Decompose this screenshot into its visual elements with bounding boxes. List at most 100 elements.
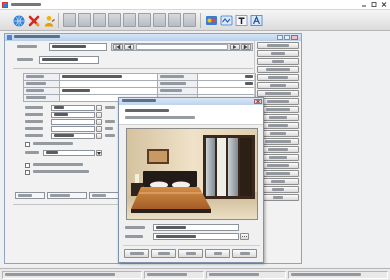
- toolbar-button[interactable]: [78, 13, 91, 27]
- maximize-icon[interactable]: [370, 1, 378, 8]
- dialog-button[interactable]: [178, 249, 203, 258]
- grid-cell: [24, 95, 60, 102]
- grid-cell: [158, 88, 198, 95]
- grid-cell[interactable]: [60, 88, 158, 95]
- nav-next-button[interactable]: [230, 44, 240, 50]
- editor-title: [14, 35, 60, 39]
- combo-label: [25, 151, 39, 155]
- form-checkbox-label: [33, 142, 73, 146]
- dialog-button[interactable]: [232, 249, 257, 258]
- form-row-input[interactable]: [51, 126, 95, 132]
- status-segment: [206, 271, 286, 279]
- option-checkbox[interactable]: [25, 170, 30, 175]
- option-checkbox[interactable]: [25, 163, 30, 168]
- status-segment: [2, 271, 142, 279]
- toolbar-separator: [200, 13, 201, 28]
- dialog-close-icon[interactable]: [254, 99, 262, 104]
- nav-first-button[interactable]: [113, 44, 123, 50]
- grid-cell[interactable]: [198, 81, 256, 88]
- form-row-input[interactable]: [51, 105, 95, 111]
- text-icon[interactable]: [235, 14, 248, 27]
- grid-cell[interactable]: [60, 74, 158, 81]
- form-row-note: [105, 127, 113, 131]
- nav-position-field[interactable]: [136, 44, 228, 50]
- dialog-field2-input[interactable]: [153, 233, 239, 240]
- status-segment: [144, 271, 204, 279]
- form-row-label: [25, 134, 43, 138]
- status-bar: [0, 268, 390, 280]
- close-icon[interactable]: [380, 1, 388, 8]
- form-row-label: [25, 120, 43, 124]
- dialog-field2-label: [125, 235, 143, 239]
- footer-field[interactable]: [47, 192, 87, 199]
- toolbar-button[interactable]: [153, 13, 166, 27]
- toolbar-button[interactable]: [168, 13, 181, 27]
- grid-cell: [158, 81, 198, 88]
- footer-field[interactable]: [15, 192, 45, 199]
- dialog-button[interactable]: [205, 249, 230, 258]
- form-row-button[interactable]: [96, 105, 102, 111]
- form-row-input[interactable]: [51, 119, 95, 125]
- form-row-button[interactable]: [96, 119, 102, 125]
- status-segment: [288, 271, 388, 279]
- form-row-button[interactable]: [96, 133, 102, 139]
- toolbar-button[interactable]: [123, 13, 136, 27]
- grid-cell[interactable]: [60, 81, 158, 88]
- toolbar-button[interactable]: [93, 13, 106, 27]
- color-icon[interactable]: [205, 14, 218, 27]
- browse-button[interactable]: [240, 233, 249, 240]
- toolbar-button[interactable]: [63, 13, 76, 27]
- delete-icon[interactable]: [27, 14, 40, 27]
- record-value: [42, 58, 78, 62]
- toolbar-button[interactable]: [108, 13, 121, 27]
- wave-icon[interactable]: [220, 14, 233, 27]
- editor-window-icon: [7, 35, 12, 40]
- form-row-note: [105, 134, 115, 138]
- record-input[interactable]: [39, 56, 99, 64]
- side-button[interactable]: [257, 50, 299, 57]
- side-button[interactable]: [257, 90, 299, 97]
- minimize-icon[interactable]: [360, 1, 368, 8]
- form-checkbox[interactable]: [25, 142, 30, 147]
- toolbar-button[interactable]: [138, 13, 151, 27]
- side-button[interactable]: [257, 74, 299, 81]
- dialog-button[interactable]: [124, 249, 149, 258]
- grid-cell[interactable]: [198, 88, 256, 95]
- side-button[interactable]: [257, 42, 299, 49]
- grid-cell[interactable]: [198, 74, 256, 81]
- user-icon[interactable]: [42, 14, 55, 27]
- grid-cell: [24, 88, 60, 95]
- app-icon: [2, 2, 8, 8]
- dialog-button[interactable]: [151, 249, 176, 258]
- side-button[interactable]: [257, 66, 299, 73]
- form-row-input[interactable]: [51, 133, 95, 139]
- combo-dropdown-button[interactable]: [96, 150, 102, 156]
- globe-icon[interactable]: [12, 14, 25, 27]
- dialog-caption-line2: [125, 116, 195, 120]
- item-input[interactable]: [49, 43, 107, 51]
- grid-cell: [158, 74, 198, 81]
- form-row-button[interactable]: [96, 126, 102, 132]
- font-icon[interactable]: [250, 14, 263, 27]
- chevron-down-icon: [97, 151, 101, 155]
- form-row-input[interactable]: [51, 112, 95, 118]
- form-row-button[interactable]: [96, 112, 102, 118]
- form-row-note: [105, 120, 115, 124]
- grid-cell: [24, 81, 60, 88]
- combo-input[interactable]: [43, 150, 95, 156]
- nav-last-button[interactable]: [241, 44, 251, 50]
- nav-prev-button[interactable]: [124, 44, 134, 50]
- dialog-title: [122, 99, 156, 103]
- footer-divider: [13, 204, 125, 205]
- dialog-title-bar: [119, 98, 263, 105]
- item-label: [17, 45, 37, 49]
- side-button[interactable]: [257, 58, 299, 65]
- toolbar-button[interactable]: [183, 13, 196, 27]
- record-label: [17, 58, 33, 62]
- app-title: [11, 3, 41, 7]
- side-button[interactable]: [257, 82, 299, 89]
- option-label: [33, 170, 89, 174]
- form-row-label: [25, 113, 43, 117]
- dialog-caption-line1: [125, 109, 169, 113]
- dialog-field1-input[interactable]: [153, 224, 239, 231]
